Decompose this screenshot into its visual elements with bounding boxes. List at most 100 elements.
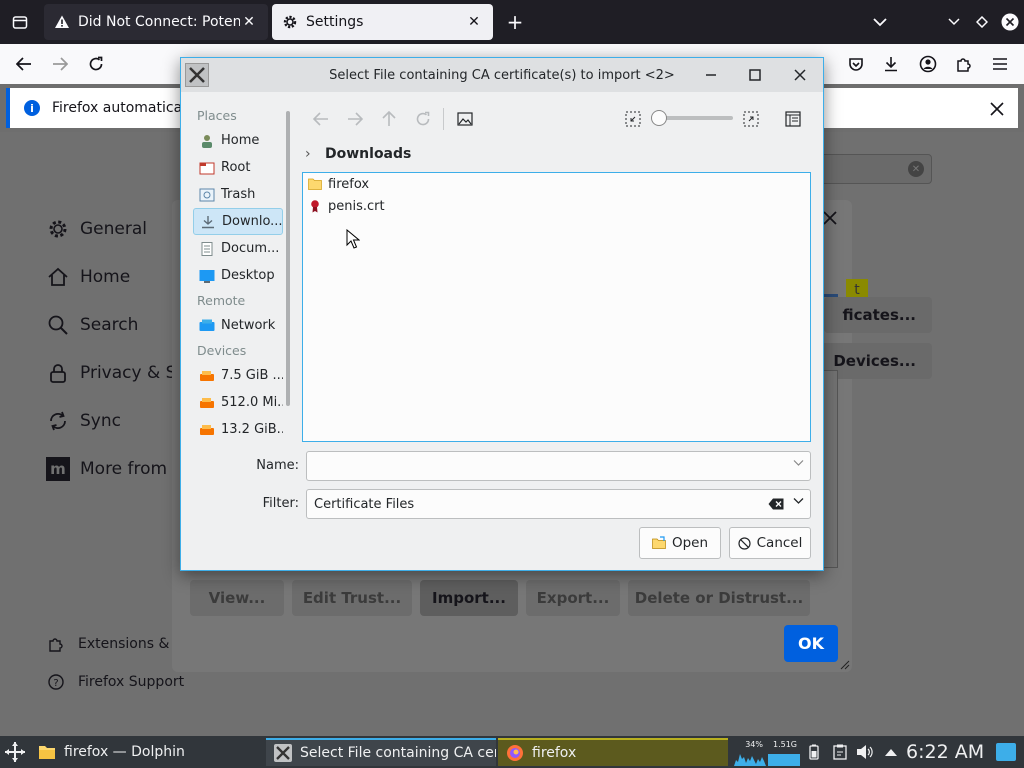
minimize-icon[interactable] [699,64,723,86]
name-input[interactable] [306,451,811,481]
tab-close-icon[interactable]: ✕ [240,14,258,30]
nav-extensions-themes[interactable]: Extensions & T [48,636,182,652]
cpu-graph[interactable]: 34% [734,738,766,766]
back-icon[interactable] [309,108,333,130]
app-launcher-icon[interactable] [4,741,26,763]
tab-close-icon[interactable]: ✕ [465,14,483,30]
window-close-icon[interactable] [996,8,1024,36]
place-label: Desktop [221,268,275,283]
zoom-slider-handle[interactable] [651,110,667,126]
downloads-icon [200,215,216,229]
zoom-out-icon[interactable] [621,108,645,130]
device-item[interactable]: 512.0 Mi... [193,389,283,416]
preview-image-icon[interactable] [453,108,477,130]
account-icon[interactable] [914,50,942,78]
edit-trust-button[interactable]: Edit Trust... [292,580,412,616]
file-item-certificate[interactable]: penis.crt [308,196,385,216]
up-icon[interactable] [377,108,401,130]
open-button[interactable]: Open [639,527,721,559]
chevron-down-icon[interactable] [793,497,804,505]
clipboard-icon[interactable] [832,744,848,760]
tab-label: Did Not Connect: Potential [78,14,240,30]
clear-text-icon[interactable] [768,498,784,510]
delete-or-distrust-button[interactable]: Delete or Distrust... [628,580,810,616]
task-dolphin[interactable]: firefox — Dolphin [30,738,262,766]
back-arrow-icon[interactable] [10,50,38,78]
downloads-icon[interactable] [877,50,905,78]
tab-overview-icon[interactable] [6,8,34,36]
extensions-puzzle-icon[interactable] [950,50,978,78]
place-trash[interactable]: Trash [193,181,283,208]
place-label: Docum... [221,241,280,256]
window-minimize-icon[interactable] [940,8,968,36]
place-label: Root [221,160,251,175]
reload-icon[interactable] [411,108,435,130]
reload-icon[interactable] [82,50,110,78]
volume-icon[interactable] [856,744,874,760]
clear-search-icon[interactable]: ✕ [908,161,924,177]
tray-expand-icon[interactable] [884,746,898,758]
ok-button[interactable]: OK [784,625,838,662]
zoom-in-icon[interactable] [739,108,763,130]
dialog-titlebar[interactable]: Select File containing CA certificate(s)… [181,58,823,92]
import-button[interactable]: Import... [420,580,518,616]
memory-graph[interactable]: 1.51G [768,738,800,766]
nav-privacy[interactable]: Privacy & Se [46,361,187,385]
export-button[interactable]: Export... [526,580,620,616]
certificates-button[interactable]: ficates... [824,297,932,333]
drive-icon [199,423,215,437]
filter-combobox[interactable]: Certificate Files [306,489,811,519]
forward-arrow-icon[interactable] [46,50,74,78]
cancel-button[interactable]: Cancel [729,527,811,559]
memory-label: 1.51G [772,740,797,749]
close-icon[interactable] [788,64,812,86]
breadcrumb[interactable]: › Downloads [305,144,411,164]
device-item[interactable]: 13.2 GiB... [193,416,283,443]
puzzle-icon [48,636,66,652]
list-tabs-chevron-icon[interactable] [866,8,894,36]
nav-search[interactable]: Search [46,313,138,337]
place-label: Trash [221,187,256,202]
place-desktop[interactable]: Desktop [193,262,283,289]
documents-icon [199,241,215,256]
places-scrollbar[interactable] [286,111,290,406]
nav-firefox-support[interactable]: ? Firefox Support [48,674,184,690]
place-network[interactable]: Network [193,312,283,339]
file-item-folder[interactable]: firefox [308,174,369,194]
nav-more-from-mozilla[interactable]: m More from M [46,457,187,481]
new-tab-button[interactable]: + [501,8,529,36]
tab-settings[interactable]: Settings ✕ [272,4,493,40]
place-downloads[interactable]: Downlo... [193,208,283,235]
nav-sync[interactable]: Sync [46,409,121,433]
nav-general[interactable]: General [46,217,147,241]
nav-label: Privacy & Se [80,363,187,383]
window-maximize-icon[interactable] [968,8,996,36]
view-options-icon[interactable] [781,108,805,130]
task-firefox[interactable]: firefox [498,738,728,766]
file-list[interactable]: firefox penis.crt [302,172,811,442]
chevron-down-icon[interactable] [793,459,804,467]
notification-close-icon[interactable] [986,98,1008,120]
view-button[interactable]: View... [190,580,284,616]
pocket-icon[interactable] [842,50,870,78]
root-folder-icon [199,161,215,175]
hamburger-menu-icon[interactable] [986,50,1014,78]
show-desktop-icon[interactable] [996,743,1016,761]
tab-bar: Did Not Connect: Potential ✕ Settings ✕ … [0,0,1024,44]
place-root[interactable]: Root [193,154,283,181]
nav-label: Sync [80,411,121,431]
battery-icon[interactable] [806,744,822,760]
forward-icon[interactable] [343,108,367,130]
resize-grip-icon[interactable] [838,658,850,670]
place-home[interactable]: Home [193,127,283,154]
device-item[interactable]: 7.5 GiB ... [193,362,283,389]
task-select-file[interactable]: Select File containing CA certific... [266,738,496,766]
clock[interactable]: 6:22 AM [906,741,984,763]
nav-home[interactable]: Home [46,265,130,289]
tab-did-not-connect[interactable]: Did Not Connect: Potential ✕ [44,4,268,40]
search-icon [46,313,70,337]
open-label: Open [671,535,709,551]
mouse-pointer-icon [346,229,360,249]
place-documents[interactable]: Docum... [193,235,283,262]
maximize-icon[interactable] [743,64,767,86]
